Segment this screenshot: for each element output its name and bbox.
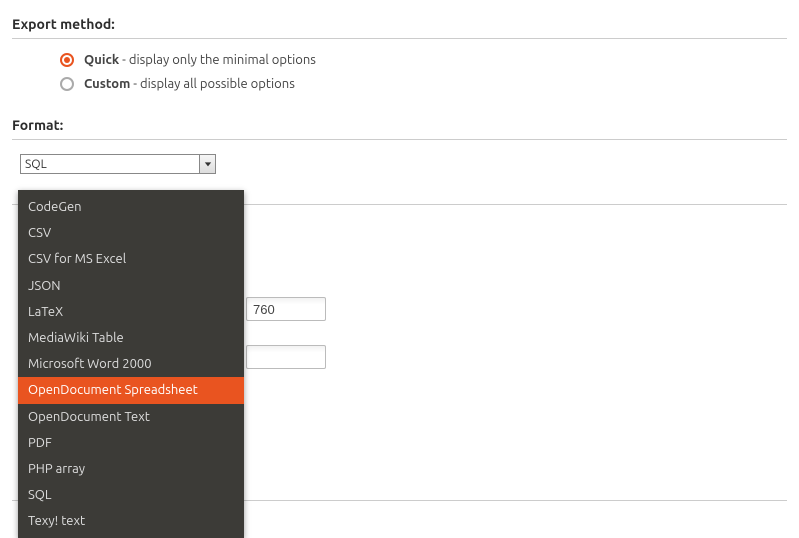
format-section: Format: SQL [12,101,787,174]
radio-label: Custom - display all possible options [84,77,295,91]
divider [12,139,787,140]
dropdown-item-csv[interactable]: CSV [18,220,244,246]
radio-option-quick[interactable]: Quick - display only the minimal options [60,53,787,67]
dropdown-item-csv-excel[interactable]: CSV for MS Excel [18,246,244,272]
format-select-value: SQL [25,158,47,171]
radio-label: Quick - display only the minimal options [84,53,316,67]
dropdown-item-pdf[interactable]: PDF [18,430,244,456]
dropdown-item-json[interactable]: JSON [18,273,244,299]
radio-icon [60,53,74,67]
dropdown-item-opendocument-text[interactable]: OpenDocument Text [18,404,244,430]
format-dropdown-list[interactable]: CodeGen CSV CSV for MS Excel JSON LaTeX … [18,190,244,538]
divider [12,38,787,39]
dropdown-item-mediawiki[interactable]: MediaWiki Table [18,325,244,351]
dropdown-item-word2000[interactable]: Microsoft Word 2000 [18,351,244,377]
format-title: Format: [12,117,787,133]
format-select-wrap: SQL [20,154,787,174]
dropdown-item-phparray[interactable]: PHP array [18,456,244,482]
dropdown-item-latex[interactable]: LaTeX [18,299,244,325]
numeric-input-2[interactable] [246,345,326,369]
radio-icon [60,77,74,91]
radio-option-custom[interactable]: Custom - display all possible options [60,77,787,91]
dropdown-item-sql[interactable]: SQL [18,482,244,508]
dropdown-item-opendocument-spreadsheet[interactable]: OpenDocument Spreadsheet [18,377,244,403]
export-method-radio-group: Quick - display only the minimal options… [12,53,787,91]
chevron-down-icon [204,160,212,168]
export-method-section: Export method: Quick - display only the … [12,0,787,91]
format-select[interactable]: SQL [20,154,216,174]
dropdown-item-texy[interactable]: Texy! text [18,508,244,534]
dropdown-button[interactable] [199,155,215,173]
numeric-input-1[interactable] [246,297,326,321]
dropdown-item-codegen[interactable]: CodeGen [18,194,244,220]
export-method-title: Export method: [12,16,787,32]
